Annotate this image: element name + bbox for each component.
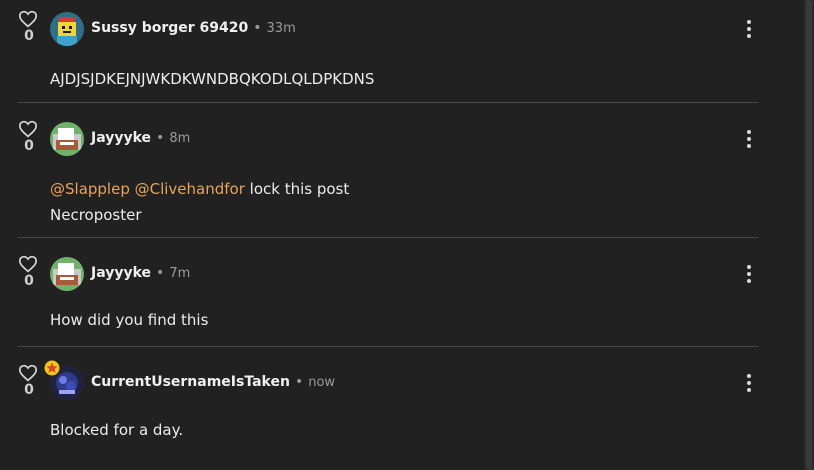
heart-icon[interactable]: [18, 10, 38, 28]
comment-item: 0 CurrentUsernameIsTaken • now Blocked for…: [0, 354, 760, 462]
divider: [18, 237, 758, 238]
like-control: 0: [18, 255, 40, 289]
comment-text: How did you find this: [50, 311, 209, 329]
comment-meta: CurrentUsernameIsTaken • now: [91, 373, 335, 392]
comment-item: 0 Jayyyke • 7m How did you find this: [0, 245, 760, 353]
scrollbar-thumb[interactable]: [806, 0, 812, 470]
mention-link[interactable]: @Slapplep: [50, 180, 130, 198]
more-options-icon[interactable]: [743, 20, 755, 42]
separator-dot: •: [156, 130, 165, 146]
comment-item: 0 Sussy borger 69420 • 33m AJDJSJDKEJNJWKD…: [0, 0, 760, 108]
star-badge-icon: [44, 360, 60, 376]
heart-icon[interactable]: [18, 364, 38, 382]
username[interactable]: Jayyyke: [91, 265, 151, 281]
comment-feed: 0 Sussy borger 69420 • 33m AJDJSJDKEJNJWKD…: [0, 0, 804, 470]
comment-body: Blocked for a day.: [50, 417, 183, 443]
timestamp: 8m: [169, 131, 191, 146]
timestamp: 7m: [169, 266, 191, 281]
scrollbar[interactable]: [804, 0, 814, 470]
username[interactable]: Sussy borger 69420: [91, 20, 248, 36]
mention-link[interactable]: @Clivehandfor: [135, 180, 245, 198]
like-control: 0: [18, 364, 40, 398]
like-count: 0: [24, 28, 34, 44]
separator-dot: •: [294, 374, 304, 390]
timestamp: now: [308, 375, 336, 390]
avatar[interactable]: [50, 122, 84, 156]
comment-text: AJDJSJDKEJNJWKDKWNDBQKODLQLDPKDNS: [50, 70, 375, 88]
avatar[interactable]: [50, 12, 84, 46]
comment-meta: Jayyyke • 7m: [91, 264, 190, 283]
divider: [18, 102, 758, 103]
separator-dot: •: [253, 20, 262, 36]
divider: [18, 346, 758, 347]
comment-meta: Sussy borger 69420 • 33m: [91, 19, 296, 38]
like-control: 0: [18, 10, 40, 44]
timestamp: 33m: [266, 21, 296, 36]
comment-body: How did you find this: [50, 307, 208, 333]
heart-icon[interactable]: [18, 120, 38, 138]
separator-dot: •: [156, 265, 165, 281]
like-count: 0: [24, 382, 34, 398]
comment-text: Blocked for a day.: [50, 421, 184, 439]
comment-meta: Jayyyke • 8m: [91, 129, 190, 148]
more-options-icon[interactable]: [743, 130, 755, 152]
like-control: 0: [18, 120, 40, 154]
more-options-icon[interactable]: [743, 265, 755, 287]
more-options-icon[interactable]: [743, 374, 755, 396]
heart-icon[interactable]: [18, 255, 38, 273]
username[interactable]: Jayyyke: [91, 130, 151, 146]
like-count: 0: [24, 138, 34, 154]
comment-line: @Slapplep @Clivehandfor lock this post: [50, 176, 349, 202]
comment-body: @Slapplep @Clivehandfor lock this post N…: [50, 176, 349, 228]
comment-item: 0 Jayyyke • 8m @Slapplep @Clivehandfor loc…: [0, 110, 760, 224]
avatar[interactable]: [50, 257, 84, 291]
username[interactable]: CurrentUsernameIsTaken: [91, 374, 290, 390]
comment-body: AJDJSJDKEJNJWKDKWNDBQKODLQLDPKDNS: [50, 66, 374, 92]
like-count: 0: [24, 273, 34, 289]
comment-text: lock this post: [244, 180, 350, 198]
comment-text: Necroposter: [50, 206, 142, 224]
